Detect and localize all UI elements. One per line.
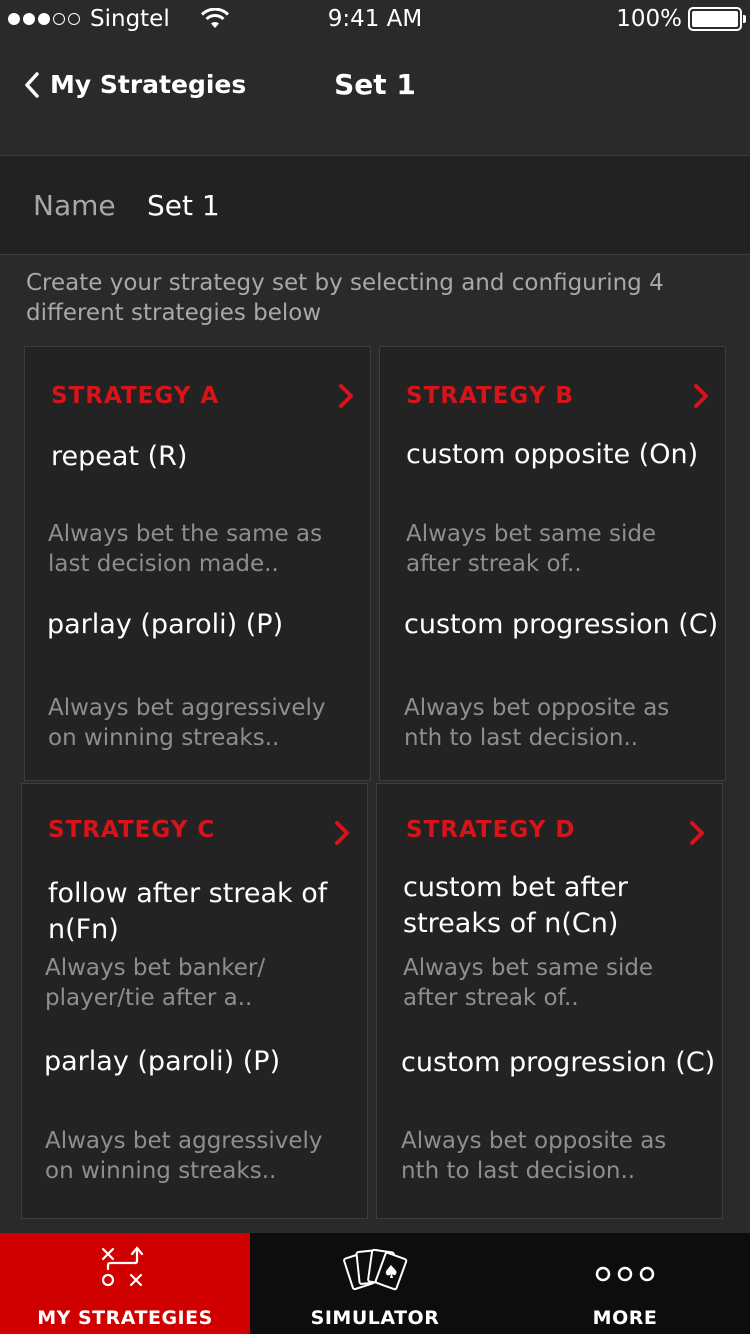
- tab-simulator[interactable]: SIMULATOR: [250, 1233, 500, 1334]
- app-screen: Singtel 9:41 AM 100% My Strategies Set 1…: [0, 0, 750, 1334]
- secondary-strategy-name: custom progression (C): [404, 609, 719, 640]
- strategy-card-a[interactable]: STRATEGY A repeat (R) Always bet the sam…: [24, 346, 371, 781]
- navigation-bar: My Strategies Set 1: [0, 40, 750, 155]
- chevron-right-icon: [694, 384, 708, 408]
- primary-strategy-desc: Always bet same side after streak of..: [406, 521, 657, 577]
- strategy-card-b[interactable]: STRATEGY B custom opposite (On) Always b…: [379, 346, 726, 781]
- strategy-play-icon: [101, 1246, 144, 1287]
- tab-more[interactable]: MORE: [500, 1233, 750, 1334]
- primary-strategy-desc: Always bet same side after streak of..: [403, 955, 654, 1011]
- page-title: Set 1: [334, 68, 416, 101]
- status-bar: Singtel 9:41 AM 100%: [0, 0, 750, 40]
- strategy-title: STRATEGY D: [406, 817, 576, 843]
- strategy-title: STRATEGY C: [48, 817, 216, 843]
- tab-label: MORE: [592, 1307, 658, 1329]
- name-value[interactable]: Set 1: [147, 189, 220, 222]
- tab-label: MY STRATEGIES: [37, 1307, 213, 1329]
- tab-label: SIMULATOR: [310, 1307, 440, 1329]
- tab-my-strategies[interactable]: MY STRATEGIES: [0, 1233, 250, 1334]
- more-dots-icon: [595, 1266, 655, 1282]
- name-field-row[interactable]: Name Set 1: [0, 155, 750, 255]
- secondary-strategy-desc: Always bet aggressively on winning strea…: [45, 1128, 323, 1184]
- primary-strategy-desc: Always bet the same as last decision mad…: [48, 521, 323, 577]
- chevron-right-icon: [339, 384, 353, 408]
- chevron-right-icon: [690, 821, 704, 845]
- secondary-strategy-name: parlay (paroli) (P): [44, 1046, 281, 1077]
- secondary-strategy-desc: Always bet opposite as nth to last decis…: [401, 1128, 667, 1184]
- primary-strategy-name: repeat (R): [51, 441, 188, 472]
- instructions-text: Create your strategy set by selecting an…: [26, 270, 664, 326]
- battery-group: 100%: [616, 6, 746, 32]
- tab-bar: MY STRATEGIES SIMULATOR MORE: [0, 1233, 750, 1334]
- cards-icon: [343, 1248, 408, 1291]
- primary-strategy-desc: Always bet banker/ player/tie after a..: [45, 955, 266, 1011]
- secondary-strategy-desc: Always bet aggressively on winning strea…: [48, 695, 326, 751]
- secondary-strategy-desc: Always bet opposite as nth to last decis…: [404, 695, 670, 751]
- name-label: Name: [33, 188, 116, 222]
- strategy-title: STRATEGY A: [51, 383, 220, 409]
- strategy-card-d[interactable]: STRATEGY D custom bet after streaks of n…: [376, 783, 723, 1219]
- chevron-right-icon: [335, 821, 349, 845]
- strategy-title: STRATEGY B: [406, 383, 574, 409]
- battery-percent: 100%: [616, 6, 682, 32]
- secondary-strategy-name: custom progression (C): [401, 1047, 716, 1078]
- secondary-strategy-name: parlay (paroli) (P): [47, 609, 284, 640]
- primary-strategy-name: follow after streak of n(Fn): [48, 878, 328, 945]
- battery-icon: [688, 7, 746, 31]
- primary-strategy-name: custom bet after streaks of n(Cn): [403, 872, 628, 939]
- strategy-card-c[interactable]: STRATEGY C follow after streak of n(Fn) …: [21, 783, 368, 1219]
- primary-strategy-name: custom opposite (On): [406, 439, 699, 470]
